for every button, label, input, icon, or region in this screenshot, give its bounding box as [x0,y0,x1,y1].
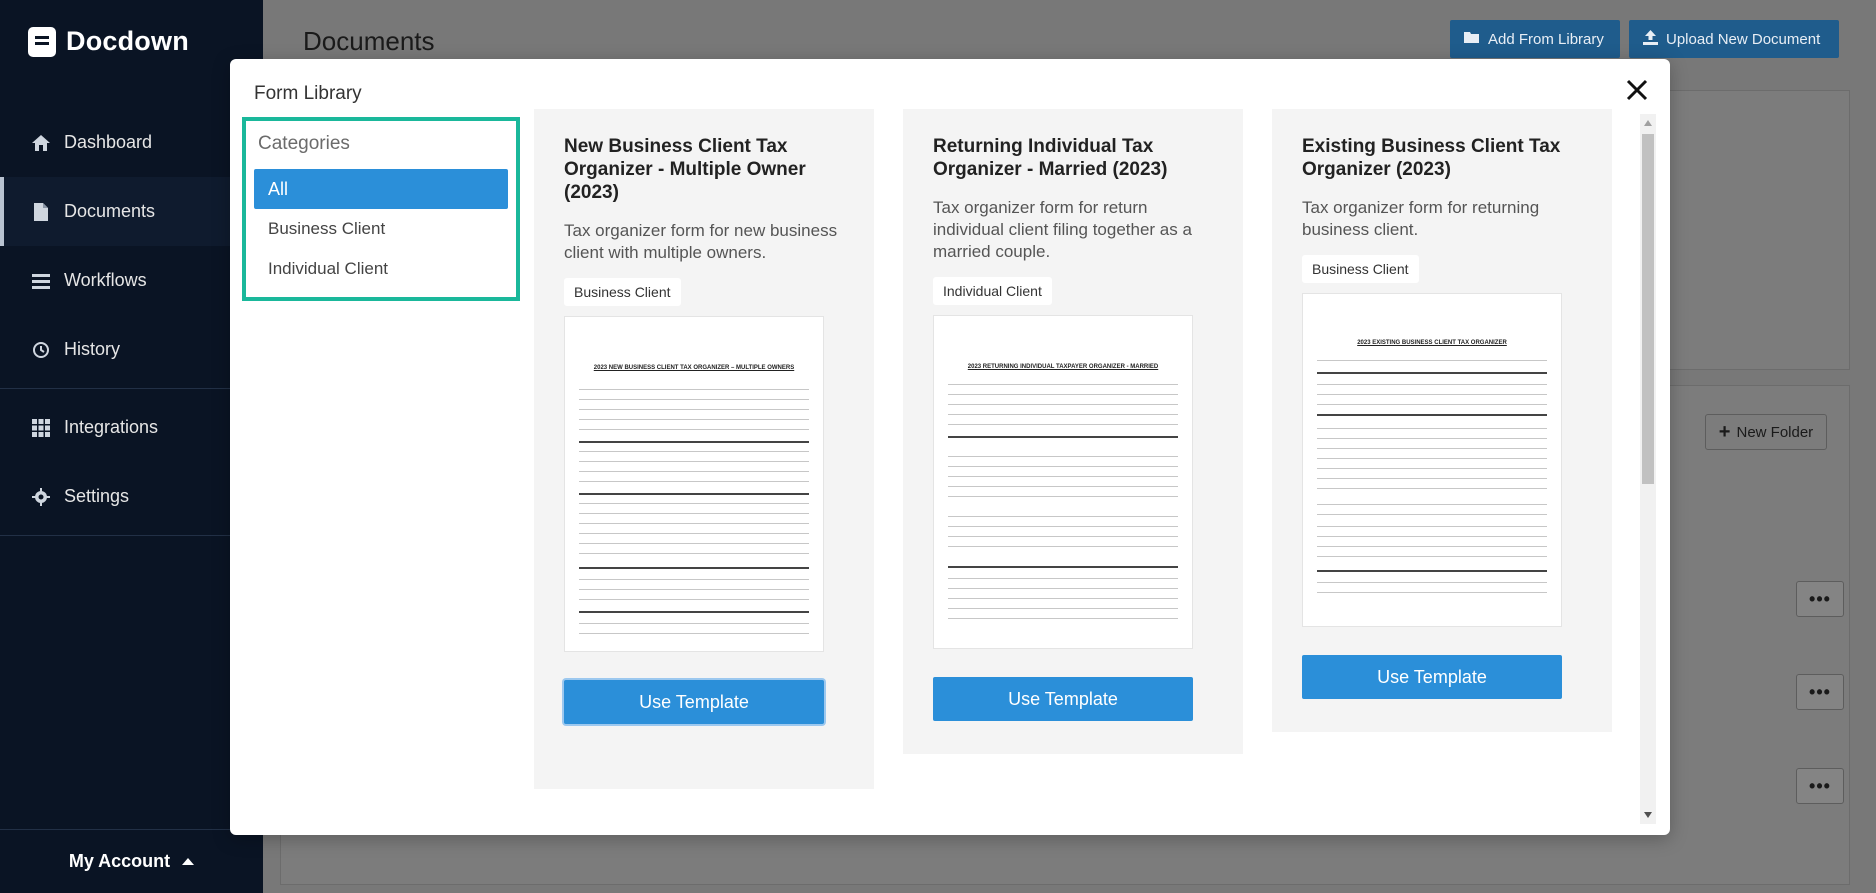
sidebar-item-settings[interactable]: Settings [0,462,263,531]
sidebar-item-label: Workflows [64,270,147,290]
nav-divider [0,535,263,536]
form-library-modal: Form Library Categories All Business Cli… [230,59,1670,835]
new-folder-label: New Folder [1736,423,1814,441]
history-icon [30,341,52,359]
template-title: Existing Business Client Tax Organizer (… [1302,136,1561,180]
preview-heading: 2023 NEW BUSINESS CLIENT TAX ORGANIZER –… [593,365,795,371]
my-account-button[interactable]: My Account [0,829,263,893]
page-title: Documents [303,26,435,56]
use-template-button[interactable]: Use Template [564,680,824,724]
sidebar-nav: Dashboard Documents Workflows History In… [0,108,263,540]
scroll-down-icon[interactable] [1644,812,1652,818]
template-description: Tax organizer form for new business clie… [564,221,838,262]
gear-icon [30,487,52,506]
template-preview: 2023 EXISTING BUSINESS CLIENT TAX ORGANI… [1302,293,1562,627]
sidebar-item-label: Integrations [64,417,159,437]
category-business-client[interactable]: Business Client [254,209,508,249]
category-badge: Individual Client [933,277,1052,305]
chevron-up-icon [182,858,195,865]
category-badge: Business Client [1302,255,1419,283]
folder-open-icon [1464,31,1480,48]
new-folder-button[interactable]: + New Folder [1705,414,1827,450]
row-actions-button[interactable]: ••• [1796,581,1844,617]
templates-scrollbar[interactable] [1640,114,1656,824]
preview-heading: 2023 EXISTING BUSINESS CLIENT TAX ORGANI… [1357,340,1507,346]
grid-icon [30,418,52,437]
sidebar-item-documents[interactable]: Documents [0,177,263,246]
brand[interactable]: Docdown [28,26,189,57]
categories-title: Categories [258,133,350,154]
template-preview: 2023 RETURNING INDIVIDUAL TAXPAYER ORGAN… [933,315,1193,649]
category-badge: Business Client [564,278,681,306]
sidebar-item-label: Settings [64,486,130,506]
plus-icon: + [1718,420,1731,443]
modal-title: Form Library [254,83,362,104]
template-card: Returning Individual Tax Organizer - Mar… [903,109,1243,754]
template-preview: 2023 NEW BUSINESS CLIENT TAX ORGANIZER –… [564,316,824,652]
docdown-logo-icon [28,26,56,57]
template-card: New Business Client Tax Organizer - Mult… [534,109,874,789]
template-card: Existing Business Client Tax Organizer (… [1272,109,1612,732]
account-label: My Account [68,851,171,871]
categories-panel: Categories All Business Client Individua… [242,117,520,301]
sidebar-item-label: Documents [64,201,156,221]
sidebar-item-workflows[interactable]: Workflows [0,246,263,315]
add-from-library-label: Add From Library [1488,30,1604,48]
upload-new-document-label: Upload New Document [1666,30,1821,48]
upload-icon [1643,29,1658,49]
scrollbar-thumb[interactable] [1642,134,1654,484]
template-description: Tax organizer form for returning busines… [1302,198,1540,239]
template-title: Returning Individual Tax Organizer - Mar… [933,136,1168,180]
sidebar-item-history[interactable]: History [0,315,263,384]
add-from-library-button[interactable]: Add From Library [1450,20,1620,58]
upload-new-document-button[interactable]: Upload New Document [1629,20,1839,58]
scroll-up-icon[interactable] [1644,120,1652,126]
category-all[interactable]: All [254,169,508,209]
sidebar-item-integrations[interactable]: Integrations [0,393,263,462]
templates-grid: New Business Client Tax Organizer - Mult… [534,109,1654,827]
sidebar-item-dashboard[interactable]: Dashboard [0,108,263,177]
row-actions-button[interactable]: ••• [1796,768,1844,804]
file-icon [30,202,52,222]
template-description: Tax organizer form for return individual… [933,198,1192,261]
sidebar-item-label: History [64,339,121,359]
use-template-button[interactable]: Use Template [1302,655,1562,699]
template-title: New Business Client Tax Organizer - Mult… [564,136,806,203]
sidebar: Docdown Dashboard Documents Workflows Hi… [0,0,263,893]
use-template-button[interactable]: Use Template [933,677,1193,721]
category-individual-client[interactable]: Individual Client [254,249,508,289]
nav-divider [0,388,263,389]
row-actions-button[interactable]: ••• [1796,674,1844,710]
close-icon[interactable] [1622,77,1652,107]
brand-name: Docdown [66,26,189,56]
preview-heading: 2023 RETURNING INDIVIDUAL TAXPAYER ORGAN… [967,364,1159,370]
list-icon [30,273,52,289]
home-icon [30,134,52,152]
sidebar-item-label: Dashboard [64,132,153,152]
